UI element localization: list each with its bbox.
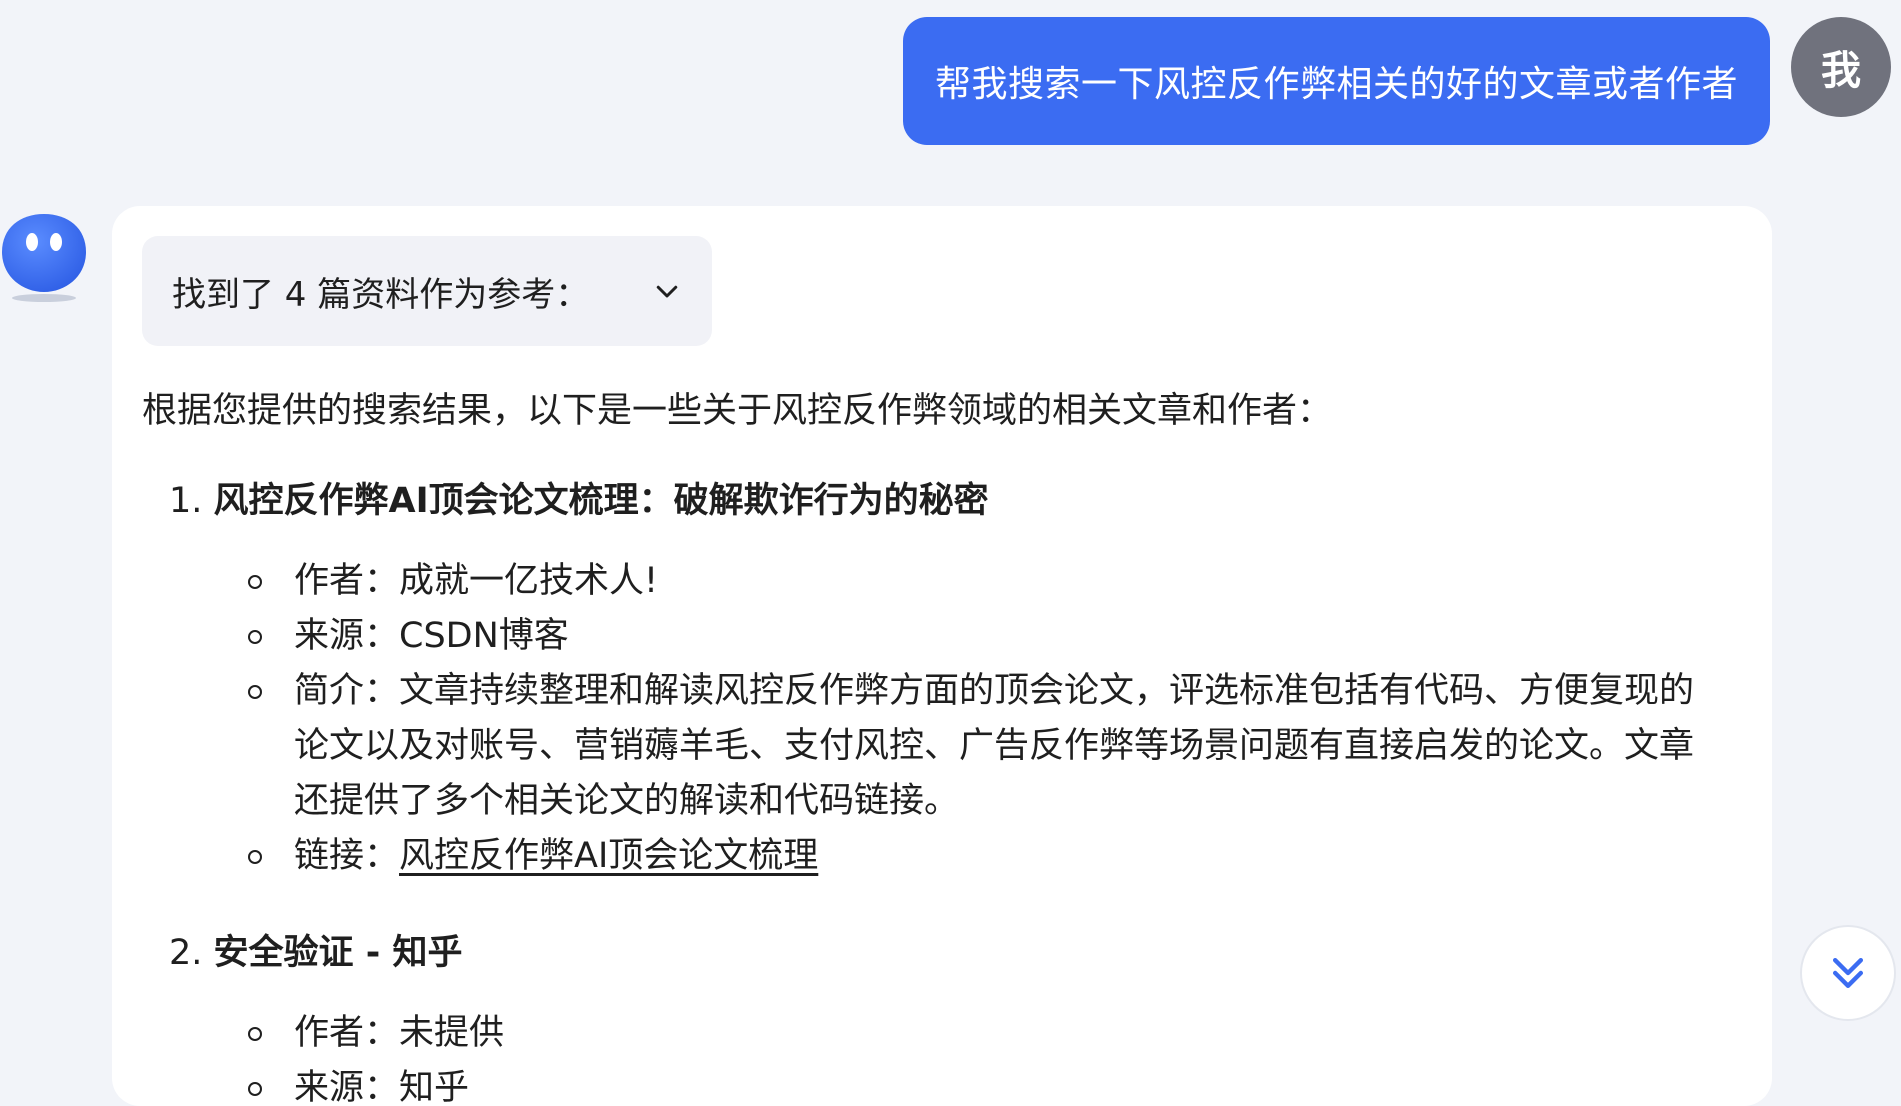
result-item-heading: 安全验证 - 知乎	[213, 933, 463, 973]
result-item-number: 1.	[169, 481, 203, 521]
robot-face-icon	[2, 214, 86, 302]
bot-avatar	[0, 208, 88, 304]
result-item-title: 1. 风控反作弊AI顶会论文梳理：破解欺诈行为的秘密	[169, 472, 989, 523]
user-avatar-label: 我	[1821, 48, 1861, 94]
references-toggle[interactable]: 找到了 4 篇资料作为参考：	[142, 236, 712, 346]
hollow-bullet-icon	[248, 575, 262, 589]
hollow-bullet-icon	[248, 685, 262, 699]
assistant-message-card: 找到了 4 篇资料作为参考： 根据您提供的搜索结果，以下是一些关于风控反作弊领域…	[112, 206, 1772, 1106]
hollow-bullet-icon	[248, 1082, 262, 1096]
result-item-title: 2. 安全验证 - 知乎	[169, 924, 462, 975]
user-avatar[interactable]: 我	[1791, 17, 1891, 117]
result-item-author: 作者：未提供	[248, 1006, 1698, 1061]
user-message-bubble: 帮我搜索一下风控反作弊相关的好的文章或者作者	[902, 17, 1770, 145]
hollow-bullet-icon	[248, 630, 262, 644]
result-item-author: 作者：成就一亿技术人!	[248, 554, 1698, 609]
result-item-heading: 风控反作弊AI顶会论文梳理：破解欺诈行为的秘密	[213, 481, 989, 521]
result-item-number: 2.	[169, 933, 203, 973]
response-intro: 根据您提供的搜索结果，以下是一些关于风控反作弊领域的相关文章和作者：	[142, 391, 1333, 431]
hollow-bullet-icon	[248, 1027, 262, 1041]
result-item-link-anchor[interactable]: 风控反作弊AI顶会论文梳理	[399, 836, 818, 876]
result-item-link-label: 链接：	[294, 836, 400, 876]
chevron-down-icon[interactable]	[652, 276, 682, 306]
result-item-details: 作者：成就一亿技术人! 来源：CSDN博客 简介：文章持续整理和解读风控反作弊方…	[248, 554, 1698, 884]
scroll-to-bottom-button[interactable]	[1800, 925, 1896, 1021]
double-chevron-down-icon	[1832, 957, 1864, 989]
result-item-source: 来源：CSDN博客	[248, 609, 1698, 664]
result-item-summary: 简介：文章持续整理和解读风控反作弊方面的顶会论文，评选标准包括有代码、方便复现的…	[248, 664, 1698, 829]
result-item-link: 链接：风控反作弊AI顶会论文梳理	[248, 829, 1698, 884]
user-message-text: 帮我搜索一下风控反作弊相关的好的文章或者作者	[934, 64, 1738, 105]
hollow-bullet-icon	[248, 850, 262, 864]
references-summary: 找到了 4 篇资料作为参考：	[172, 274, 590, 315]
result-item-details: 作者：未提供 来源：知乎	[248, 1006, 1698, 1106]
